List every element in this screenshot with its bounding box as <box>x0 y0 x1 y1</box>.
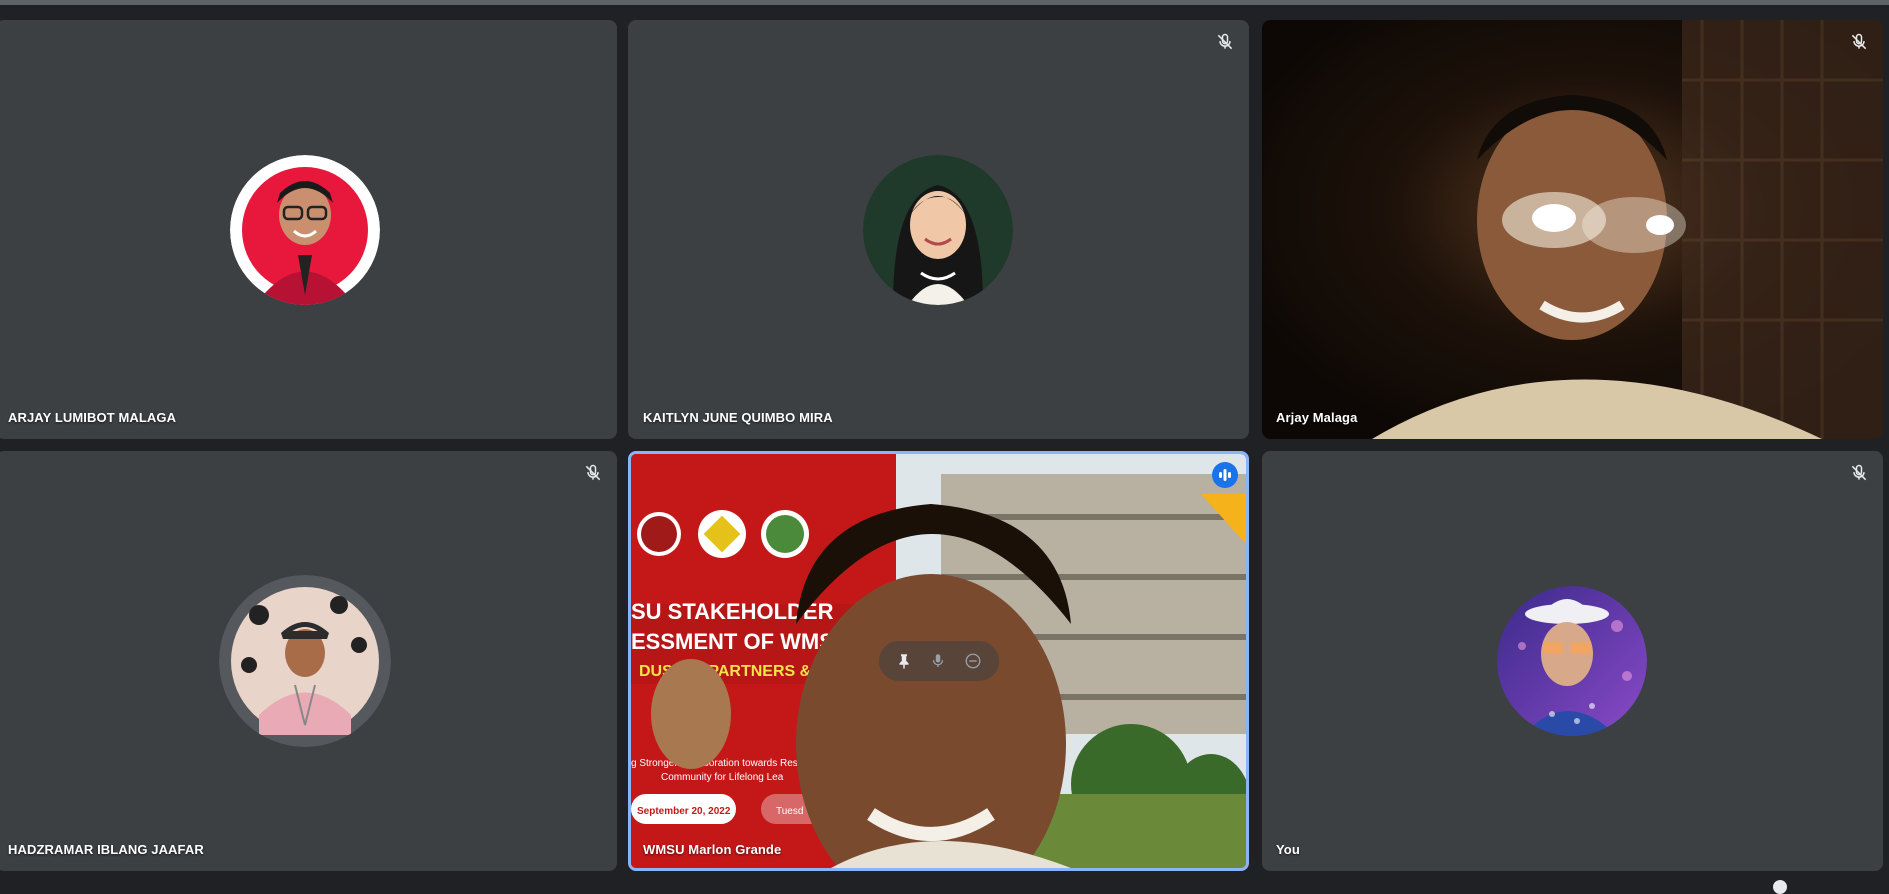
participant-tile-wmsu-marlon-grande[interactable]: SU STAKEHOLDER ESSMENT OF WMS DUSTRY PAR… <box>628 451 1249 871</box>
slide-date: September 20, 2022 <box>637 806 731 817</box>
audio-level-icon <box>1212 462 1238 488</box>
participant-name: Arjay Malaga <box>1276 410 1358 425</box>
bottom-indicator-dot <box>1773 880 1787 894</box>
avatar <box>1497 586 1647 736</box>
mic-off-icon <box>585 464 601 481</box>
slide-subtitle-2: Community for Lifelong Lea <box>661 772 784 783</box>
slide-subtitle-1: g Stronger Collaboration towards Resil <box>631 758 802 769</box>
mic-off-icon <box>1851 464 1867 481</box>
participant-name: ARJAY LUMIBOT MALAGA <box>8 410 177 425</box>
participant-video <box>1262 20 1883 439</box>
participant-name: You <box>1276 842 1300 857</box>
tile-hover-controls <box>878 641 999 681</box>
mic-off-icon <box>1851 33 1867 50</box>
participant-tile-kaitlyn-june-quimbo-mira[interactable]: KAITLYN JUNE QUIMBO MIRA <box>628 20 1249 439</box>
avatar <box>863 155 1013 305</box>
participant-tile-you[interactable]: You <box>1262 451 1883 871</box>
participant-tile-arjay-lumibot-malaga[interactable]: ARJAY LUMIBOT MALAGA <box>0 20 617 439</box>
slide-day: Tuesd <box>776 806 803 817</box>
slide-title-2: ESSMENT OF WMS <box>631 629 834 654</box>
avatar <box>219 575 391 747</box>
participant-tile-arjay-malaga[interactable]: Arjay Malaga <box>1262 20 1883 439</box>
participant-name: KAITLYN JUNE QUIMBO MIRA <box>643 410 833 425</box>
participant-name: HADZRAMAR IBLANG JAAFAR <box>8 842 204 857</box>
mic-off-icon <box>1217 33 1233 50</box>
mic-icon[interactable] <box>924 647 952 675</box>
participant-tile-hadzramar-iblang-jaafar[interactable]: HADZRAMAR IBLANG JAAFAR <box>0 451 617 871</box>
avatar <box>230 155 380 305</box>
pin-icon[interactable] <box>890 647 918 675</box>
top-bar-divider <box>0 0 1889 5</box>
participant-name: WMSU Marlon Grande <box>643 842 782 857</box>
remove-icon[interactable] <box>959 647 987 675</box>
